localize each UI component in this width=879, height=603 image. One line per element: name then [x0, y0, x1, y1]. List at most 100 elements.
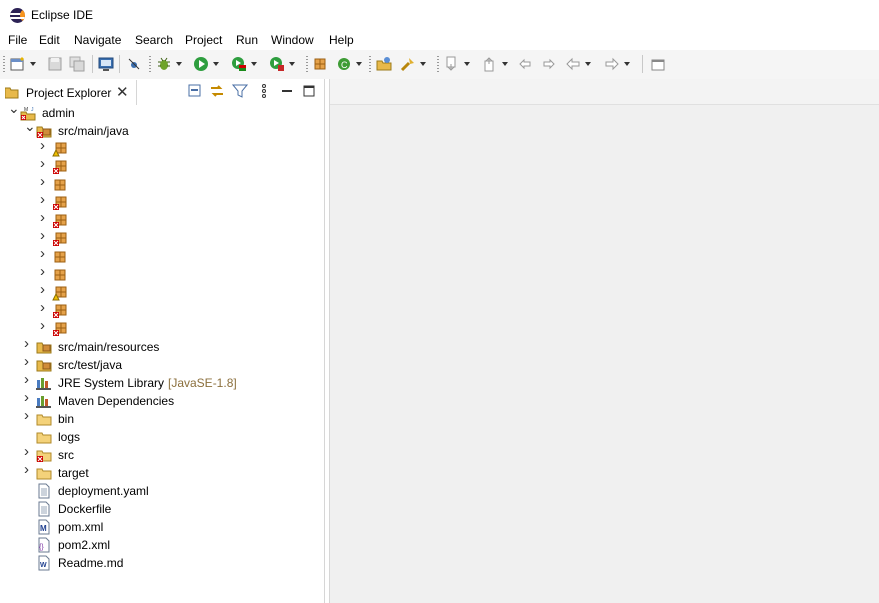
menu-help[interactable]: Help	[329, 33, 354, 47]
tree-item-label: target	[58, 466, 89, 480]
tree-item[interactable]: › src	[0, 444, 324, 464]
last-edit-location-icon[interactable]	[518, 56, 534, 72]
toolbar-grip[interactable]	[369, 56, 371, 72]
chevron-right-icon[interactable]: ›	[40, 300, 50, 315]
chevron-right-icon[interactable]: ›	[40, 318, 50, 333]
chevron-right-icon[interactable]: ›	[40, 246, 50, 261]
package-icon	[52, 267, 68, 283]
tree-item[interactable]: {} pom2.xml	[0, 536, 324, 554]
tree-item[interactable]: › Maven Dependencies	[0, 390, 324, 410]
tree-item-label: Readme.md	[58, 556, 124, 570]
tree-item-project[interactable]: ⌄ M Jadmin	[0, 101, 324, 122]
chevron-right-icon[interactable]: ›	[24, 462, 34, 477]
tree-item-package[interactable]: ›	[0, 228, 324, 248]
tree-item-package[interactable]: ›	[0, 282, 324, 302]
tree-item[interactable]: Dockerfile	[0, 500, 324, 518]
chevron-down-icon[interactable]: ⌄	[8, 101, 20, 115]
tree-item[interactable]: W Readme.md	[0, 554, 324, 572]
chevron-right-icon[interactable]: ›	[40, 228, 50, 243]
tree-item[interactable]: › bin	[0, 408, 324, 428]
next-annotation-icon[interactable]	[444, 56, 470, 72]
chevron-right-icon[interactable]: ›	[40, 264, 50, 279]
chevron-right-icon[interactable]: ›	[24, 354, 34, 369]
tree-item[interactable]: › target	[0, 462, 324, 482]
open-type-icon[interactable]	[376, 56, 392, 72]
save-all-icon[interactable]	[69, 56, 85, 72]
chevron-right-icon[interactable]: ›	[24, 408, 34, 423]
tree-item-package[interactable]: ›	[0, 210, 324, 230]
tree-item[interactable]: › src/test/java	[0, 354, 324, 374]
tree-item[interactable]: deployment.yaml	[0, 482, 324, 500]
menu-edit[interactable]: Edit	[39, 33, 60, 47]
menu-navigate[interactable]: Navigate	[74, 33, 121, 47]
file-icon	[36, 483, 52, 499]
forward-history-icon[interactable]	[540, 56, 556, 72]
project-explorer-tab[interactable]: Project Explorer ✕	[0, 80, 137, 105]
new-java-package-icon[interactable]	[312, 56, 328, 72]
filter-icon[interactable]	[231, 83, 249, 99]
search-icon[interactable]	[400, 56, 426, 72]
refresh-icon[interactable]: C	[336, 56, 362, 72]
forward-icon[interactable]	[604, 56, 630, 72]
tree-item-package[interactable]: ›	[0, 264, 324, 284]
save-icon[interactable]	[47, 56, 63, 72]
skip-breakpoints-icon[interactable]	[126, 56, 142, 72]
tree-item-label: Maven Dependencies	[58, 394, 175, 408]
chevron-right-icon[interactable]: ›	[40, 156, 50, 171]
chevron-right-icon[interactable]: ›	[40, 138, 50, 153]
tree-item-package[interactable]: ›	[0, 192, 324, 212]
tree-item-decoration: [JavaSE-1.8]	[168, 376, 237, 390]
menu-project[interactable]: Project	[185, 33, 222, 47]
terminal-icon[interactable]	[98, 56, 114, 72]
tree-item[interactable]: › src/main/resources	[0, 336, 324, 356]
link-with-editor-icon[interactable]	[209, 83, 225, 99]
chevron-right-icon[interactable]: ›	[40, 192, 50, 207]
menu-search[interactable]: Search	[135, 33, 173, 47]
toolbar-grip[interactable]	[437, 56, 439, 72]
chevron-right-icon[interactable]: ›	[40, 174, 50, 189]
tree-item-label: src	[58, 448, 74, 462]
package-error-icon	[52, 159, 68, 175]
markdown-file-icon: W	[36, 555, 52, 571]
tree-item-package[interactable]: ›	[0, 138, 324, 158]
chevron-right-icon[interactable]: ›	[24, 444, 34, 459]
tree-item-package[interactable]: ›	[0, 156, 324, 176]
close-icon[interactable]: ✕	[116, 83, 129, 101]
collapse-all-icon[interactable]	[187, 83, 203, 99]
chevron-right-icon[interactable]: ›	[24, 372, 34, 387]
new-icon[interactable]	[10, 56, 36, 72]
package-icon	[52, 177, 68, 193]
toolbar-grip[interactable]	[3, 56, 5, 72]
tree-item[interactable]: logs	[0, 428, 324, 446]
external-tools-icon[interactable]	[269, 56, 295, 72]
menu-window[interactable]: Window	[271, 33, 314, 47]
run-icon[interactable]	[193, 56, 219, 72]
menu-file[interactable]: File	[8, 33, 27, 47]
tree-item-package[interactable]: ›	[0, 174, 324, 194]
back-icon[interactable]	[565, 56, 591, 72]
maximize-icon[interactable]	[301, 83, 317, 99]
chevron-right-icon[interactable]: ›	[24, 390, 34, 405]
maximize-editor-icon[interactable]	[650, 56, 666, 72]
chevron-right-icon[interactable]: ›	[24, 336, 34, 351]
coverage-icon[interactable]	[231, 56, 257, 72]
chevron-down-icon[interactable]: ⌄	[24, 119, 36, 133]
tree-item-label: bin	[58, 412, 75, 426]
previous-annotation-icon[interactable]	[482, 56, 508, 72]
toolbar-grip[interactable]	[306, 56, 308, 72]
menu-run[interactable]: Run	[236, 33, 258, 47]
tree-item[interactable]: › JRE System Library [JavaSE-1.8]	[0, 372, 324, 392]
tree-item-package[interactable]: ›	[0, 246, 324, 266]
chevron-right-icon[interactable]: ›	[40, 282, 50, 297]
tree-item[interactable]: ⌄ src/main/java	[0, 119, 324, 140]
project-explorer-title: Project Explorer	[26, 86, 112, 100]
tree-item[interactable]: Mpom.xml	[0, 518, 324, 536]
library-icon	[36, 393, 52, 409]
tree-item-package[interactable]: ›	[0, 318, 324, 338]
tree-item-package[interactable]: ›	[0, 300, 324, 320]
minimize-icon[interactable]	[279, 83, 295, 99]
chevron-right-icon[interactable]: ›	[40, 210, 50, 225]
view-menu-icon[interactable]	[256, 83, 272, 99]
toolbar-grip[interactable]	[149, 56, 151, 72]
debug-icon[interactable]	[156, 56, 182, 72]
